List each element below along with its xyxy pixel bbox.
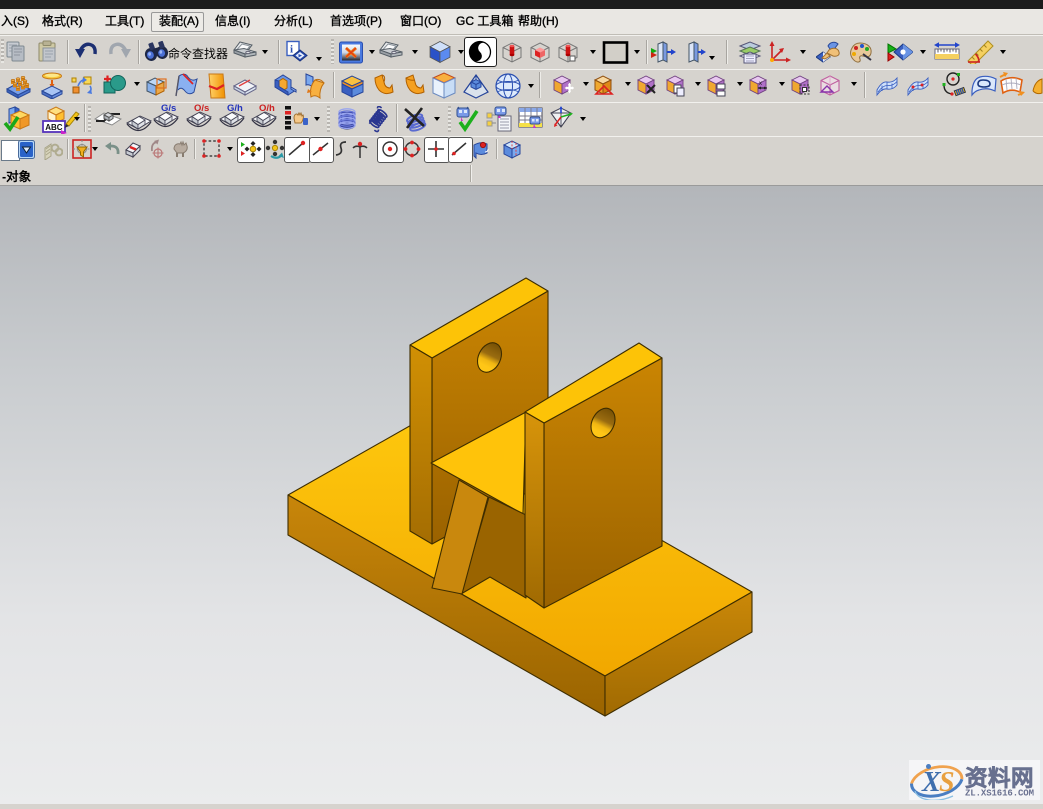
svg-text:i: i [290, 44, 293, 56]
svg-text:G/h: G/h [227, 103, 243, 114]
svg-text:O/s: O/s [194, 103, 209, 114]
svg-text:ZL.XS1616.COM: ZL.XS1616.COM [965, 789, 1034, 799]
svg-text:G/s: G/s [161, 103, 176, 114]
svg-text:S: S [939, 767, 955, 798]
svg-text:x: x [759, 81, 762, 87]
svg-text:O/h: O/h [259, 103, 275, 114]
svg-text:ABC: ABC [45, 123, 63, 132]
svg-text:资料网: 资料网 [965, 766, 1034, 791]
